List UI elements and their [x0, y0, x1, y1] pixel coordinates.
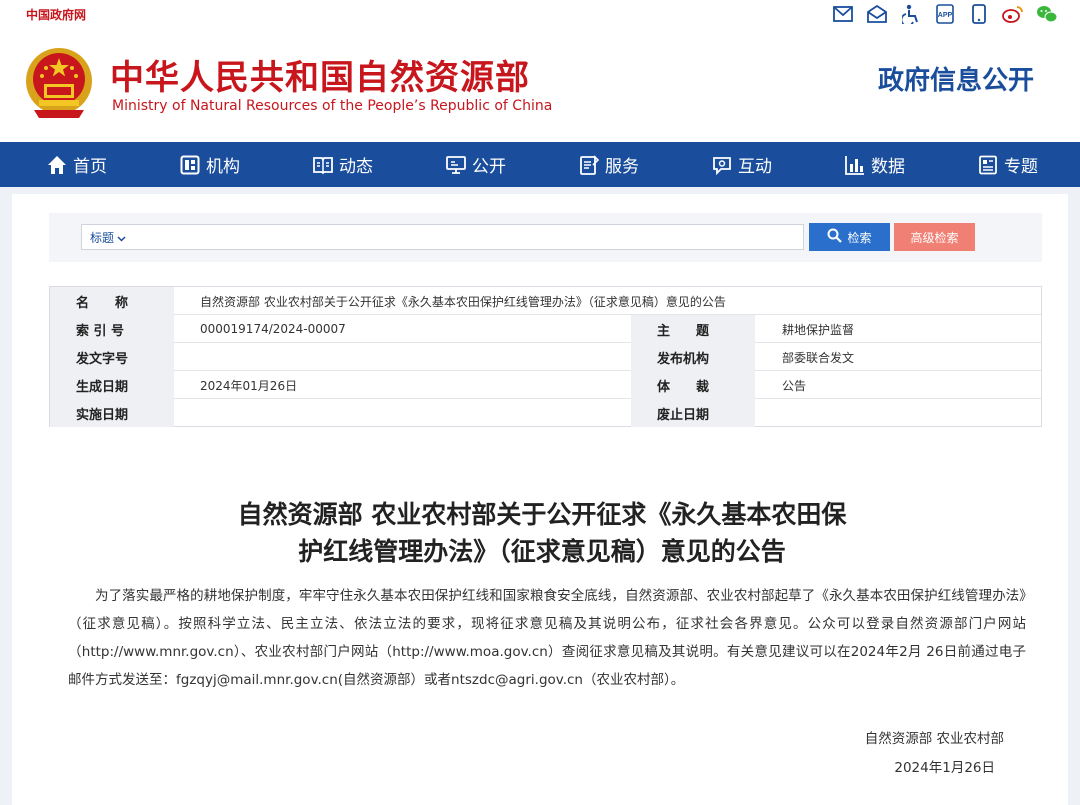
meta-value: 耕地保护监督: [782, 322, 855, 337]
article-title-line: 护红线管理办法》（征求意见稿）意见的公告: [298, 537, 786, 566]
service-icon: [579, 154, 599, 175]
svg-text:APP: APP: [938, 12, 953, 19]
nav-item-topic[interactable]: 专题: [978, 142, 1038, 187]
chart-icon: [845, 155, 865, 175]
search-field-label: 标题: [90, 231, 115, 245]
weibo-icon[interactable]: [1002, 3, 1024, 25]
meta-value: 自然资源部 农业农村部关于公开征求《永久基本农田保护红线管理办法》（征求意见稿）…: [200, 294, 726, 309]
national-emblem-logo[interactable]: [24, 46, 94, 120]
home-icon: [47, 155, 67, 175]
wechat-icon[interactable]: [1036, 3, 1058, 25]
main-nav: 首页 机构 动态 公开 服务 互动 数据 专题: [0, 142, 1080, 187]
nav-label: 数据: [871, 157, 905, 177]
nav-item-home[interactable]: 首页: [47, 142, 107, 187]
search-button[interactable]: 检索: [809, 223, 890, 251]
nav-label: 首页: [73, 157, 107, 177]
nav-item-disclosure[interactable]: 公开: [446, 142, 506, 187]
meta-row-index: 索 引 号 000019174/2024-00007 主 题 耕地保护监督: [50, 315, 1041, 343]
nav-item-org[interactable]: 机构: [180, 142, 240, 187]
news-icon: [313, 155, 333, 175]
meta-label: 发布机构: [631, 343, 755, 371]
app-icon[interactable]: APP: [934, 3, 956, 25]
ministry-title-cn: 中华人民共和国自然资源部: [110, 58, 530, 98]
nav-label: 专题: [1004, 157, 1038, 177]
meta-row-name: 名 称 自然资源部 农业农村部关于公开征求《永久基本农田保护红线管理办法》（征求…: [50, 287, 1041, 315]
top-icon-group: APP: [832, 3, 1058, 25]
search-button-label: 检索: [847, 230, 872, 245]
meta-value: 000019174/2024-00007: [200, 322, 346, 336]
topic-icon: [978, 155, 998, 175]
search-icon: [827, 228, 843, 246]
ministry-title-en: Ministry of Natural Resources of the Peo…: [112, 98, 553, 114]
meta-value: 公告: [782, 378, 807, 393]
nav-item-news[interactable]: 动态: [313, 142, 373, 187]
meta-label: 索 引 号: [50, 315, 174, 343]
mobile-icon[interactable]: [968, 3, 990, 25]
nav-item-data[interactable]: 数据: [845, 142, 905, 187]
mail-icon[interactable]: [832, 3, 854, 25]
article-title-line: 自然资源部 农业农村部关于公开征求《永久基本农田保: [237, 500, 847, 529]
site-header: 中华人民共和国自然资源部 Ministry of Natural Resourc…: [0, 28, 1080, 142]
meta-value: 2024年01月26日: [200, 378, 298, 393]
article-title: 自然资源部 农业农村部关于公开征求《永久基本农田保 护红线管理办法》（征求意见稿…: [162, 496, 922, 570]
search-input[interactable]: 标题: [81, 224, 804, 250]
meta-value: 部委联合发文: [782, 350, 855, 365]
meta-row-docno: 发文字号 发布机构 部委联合发文: [50, 343, 1041, 371]
nav-item-interaction[interactable]: 互动: [712, 142, 772, 187]
main-content: 标题 检索 高级检索 名 称 自然资源部 农业农村部关于公开征求《永久基本农田保…: [12, 194, 1068, 805]
open-mail-icon[interactable]: [866, 3, 888, 25]
disclosure-icon: [446, 155, 466, 175]
search-bar: 标题 检索 高级检索: [49, 213, 1042, 262]
meta-label: 生成日期: [50, 371, 174, 399]
meta-label: 名 称: [50, 287, 174, 315]
meta-row-created: 生成日期 2024年01月26日 体 裁 公告: [50, 371, 1041, 399]
article-date: 2024年1月26日: [894, 760, 995, 776]
meta-label: 废止日期: [631, 399, 755, 427]
accessibility-icon[interactable]: [900, 3, 922, 25]
meta-label: 体 裁: [631, 371, 755, 399]
nav-item-service[interactable]: 服务: [579, 142, 639, 187]
advanced-search-button[interactable]: 高级检索: [894, 223, 975, 251]
org-icon: [180, 155, 200, 175]
meta-label: 实施日期: [50, 399, 174, 427]
top-bar: 中国政府网 APP: [0, 0, 1080, 28]
nav-label: 公开: [472, 157, 506, 177]
article-body: 为了落实最严格的耕地保护制度，牢牢守住永久基本农田保护红线和国家粮食安全底线，自…: [68, 588, 1026, 688]
nav-label: 机构: [206, 157, 240, 177]
chevron-down-icon: [117, 231, 126, 245]
nav-label: 互动: [738, 157, 772, 177]
meta-label: 主 题: [631, 315, 755, 343]
meta-row-effective: 实施日期 废止日期: [50, 399, 1041, 427]
section-title: 政府信息公开: [877, 66, 1034, 96]
article-signature: 自然资源部 农业农村部: [864, 731, 1004, 747]
gov-portal-link[interactable]: 中国政府网: [26, 6, 86, 23]
document-metadata-table: 名 称 自然资源部 农业农村部关于公开征求《永久基本农田保护红线管理办法》（征求…: [49, 286, 1042, 427]
nav-label: 服务: [605, 157, 639, 177]
search-field-select[interactable]: 标题: [90, 229, 126, 246]
chat-icon: [712, 155, 732, 175]
nav-label: 动态: [339, 157, 373, 177]
meta-label: 发文字号: [50, 343, 174, 371]
